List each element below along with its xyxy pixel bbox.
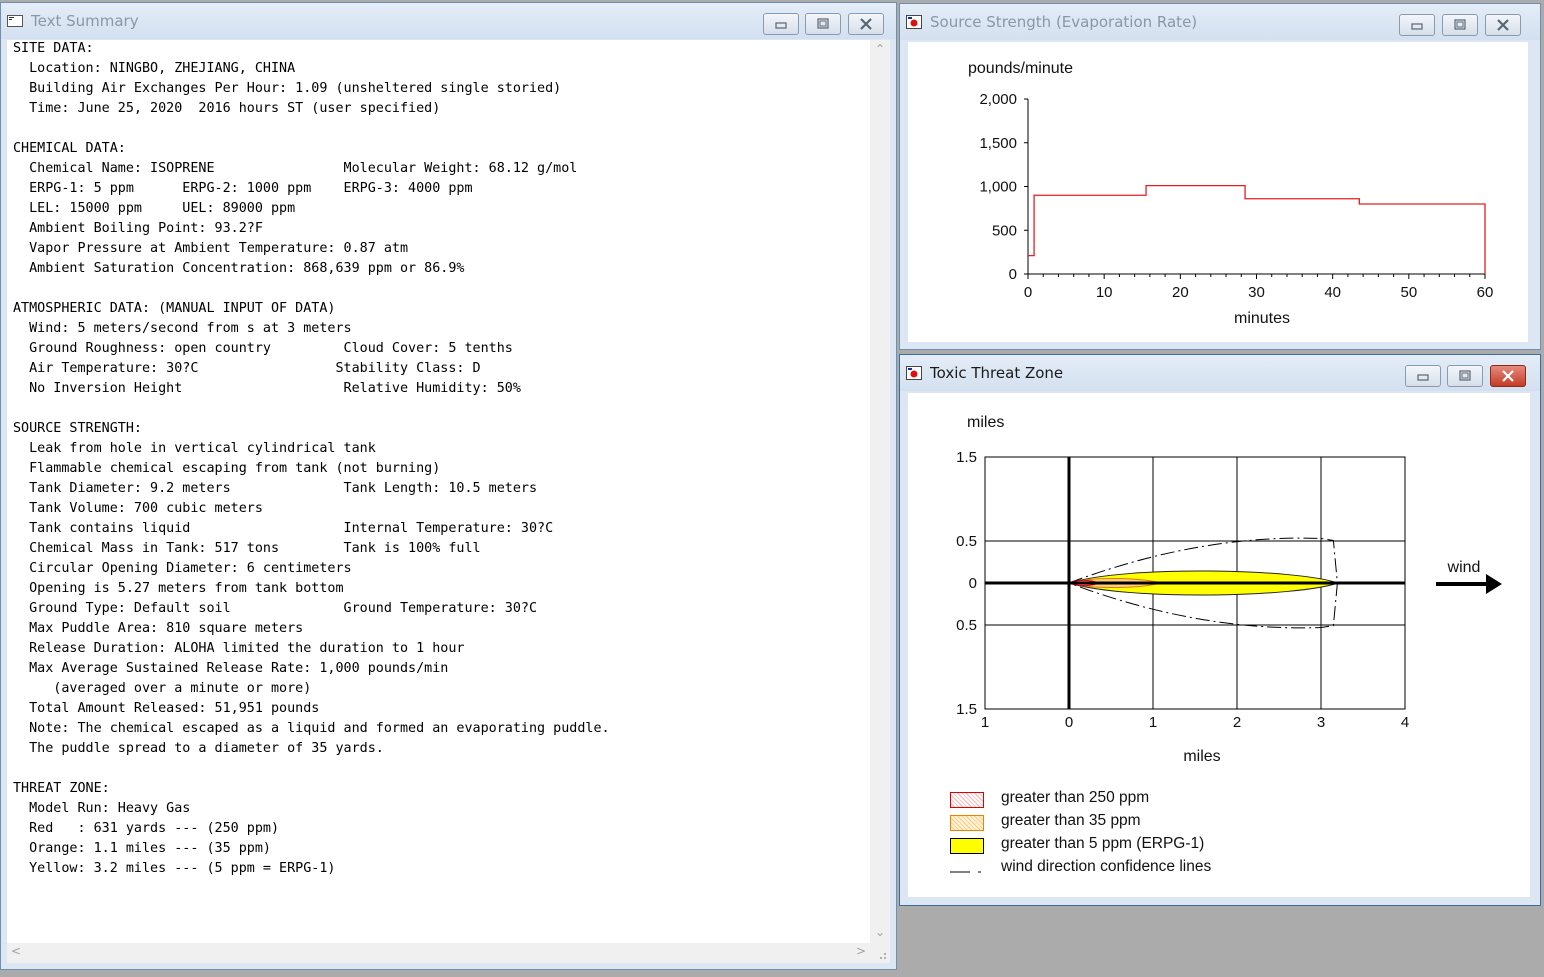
legend-label: greater than 250 ppm	[1001, 789, 1150, 806]
maximize-button[interactable]	[1442, 14, 1478, 36]
legend-swatch-red	[950, 792, 984, 808]
y-tick-label: 0.5	[956, 533, 977, 550]
x-tick-label: 3	[1317, 714, 1325, 731]
threat-zone-client: miles miles wind 1.5 0.5 0 0.5 1.5 1 0 1 2 3 4 gre…	[908, 393, 1530, 897]
x-tick-label: 1	[1149, 714, 1157, 731]
y-tick-label: 1.5	[956, 701, 977, 718]
window-app-icon	[7, 15, 23, 27]
close-button[interactable]	[1485, 14, 1521, 36]
threat-zone-window[interactable]: Toxic Threat Zone miles miles wind 1.5 0.…	[899, 354, 1541, 906]
close-icon	[1497, 19, 1509, 31]
x-tick-label: 2	[1233, 714, 1241, 731]
text-summary-body[interactable]: SITE DATA: Location: NINGBO, ZHEJIANG, C…	[7, 40, 890, 963]
y-tick-label: 1,500	[979, 135, 1017, 152]
minimize-button[interactable]	[763, 13, 799, 35]
x-tick-label: 40	[1324, 284, 1341, 301]
legend-swatch-orange	[950, 815, 984, 831]
x-tick-label: 60	[1477, 284, 1494, 301]
vertical-scrollbar[interactable]: ⌃ ⌄	[870, 40, 890, 943]
scroll-left-arrow-icon[interactable]: <	[11, 944, 21, 958]
close-icon	[1502, 370, 1514, 382]
maximize-icon	[817, 18, 829, 29]
x-tick-label: 0	[1065, 714, 1073, 731]
scroll-down-arrow-icon[interactable]: ⌄	[875, 925, 885, 939]
horizontal-scrollbar[interactable]: < >	[7, 943, 870, 963]
legend-label: greater than 5 ppm (ERPG-1)	[1001, 835, 1205, 852]
window-title: Toxic Threat Zone	[930, 364, 1064, 382]
y-tick-label: 2,000	[979, 91, 1017, 108]
window-title: Text Summary	[31, 12, 139, 30]
x-tick-label: 0	[1024, 284, 1032, 301]
y-axis-label: miles	[967, 414, 1004, 431]
minimize-icon	[1417, 374, 1429, 381]
close-button[interactable]	[848, 13, 884, 35]
x-axis-label: miles	[1183, 748, 1220, 765]
x-tick-label: 1	[981, 714, 989, 731]
x-tick-label: 30	[1248, 284, 1265, 301]
close-icon	[860, 18, 872, 30]
y-tick-label: 1.5	[956, 449, 977, 466]
maximize-icon	[1454, 19, 1466, 30]
aloha-window-icon	[906, 15, 922, 29]
x-tick-label: 4	[1401, 714, 1409, 731]
source-strength-chart: pounds/minute minutes 05001,0001,5002,00…	[968, 60, 1494, 327]
aloha-window-icon	[906, 366, 922, 380]
y-axis-label: pounds/minute	[968, 60, 1073, 77]
legend-label: greater than 35 ppm	[1001, 812, 1141, 829]
maximize-button[interactable]	[805, 13, 841, 35]
close-button[interactable]	[1490, 365, 1526, 387]
minimize-icon	[775, 22, 787, 29]
x-axis-label: minutes	[1234, 310, 1290, 327]
y-tick-label: 0.5	[956, 617, 977, 634]
minimize-button[interactable]	[1405, 365, 1441, 387]
x-tick-label: 20	[1172, 284, 1189, 301]
x-tick-label: 10	[1096, 284, 1113, 301]
threat-zone-titlebar[interactable]: Toxic Threat Zone	[900, 355, 1540, 391]
text-summary-window[interactable]: Text Summary SITE DATA: Location: NINGBO…	[0, 2, 897, 970]
maximize-icon	[1459, 370, 1471, 381]
wind-arrow-icon	[1436, 574, 1502, 594]
y-tick-label: 0	[969, 575, 977, 592]
maximize-button[interactable]	[1447, 365, 1483, 387]
wind-label: wind	[1447, 559, 1481, 576]
y-tick-label: 0	[1009, 266, 1017, 283]
scroll-right-arrow-icon[interactable]: >	[856, 944, 866, 958]
source-strength-window[interactable]: Source Strength (Evaporation Rate) pound…	[899, 3, 1541, 350]
y-tick-label: 500	[992, 222, 1017, 239]
resize-grip-icon[interactable]	[870, 943, 890, 963]
x-tick-label: 50	[1400, 284, 1417, 301]
window-title: Source Strength (Evaporation Rate)	[930, 13, 1198, 31]
legend-label: wind direction confidence lines	[1001, 858, 1212, 875]
scroll-up-arrow-icon[interactable]: ⌃	[875, 42, 885, 56]
minimize-button[interactable]	[1399, 14, 1435, 36]
source-strength-client: pounds/minute minutes 0 500 1,000 1,500 2,00…	[908, 42, 1528, 342]
threat-zone-chart: miles miles wind 1.50.500.51.51 0 1 2 3 4	[956, 414, 1502, 765]
legend-swatch-dash	[950, 871, 984, 873]
source-strength-titlebar[interactable]: Source Strength (Evaporation Rate)	[900, 4, 1540, 40]
summary-text: SITE DATA: Location: NINGBO, ZHEJIANG, C…	[13, 41, 610, 876]
evaporation-rate-line	[1028, 184, 1486, 274]
y-tick-label: 1,000	[979, 179, 1017, 196]
minimize-icon	[1411, 23, 1423, 30]
desktop-background	[899, 908, 1541, 977]
text-summary-titlebar[interactable]: Text Summary	[1, 3, 896, 39]
legend-swatch-yellow	[950, 838, 984, 854]
